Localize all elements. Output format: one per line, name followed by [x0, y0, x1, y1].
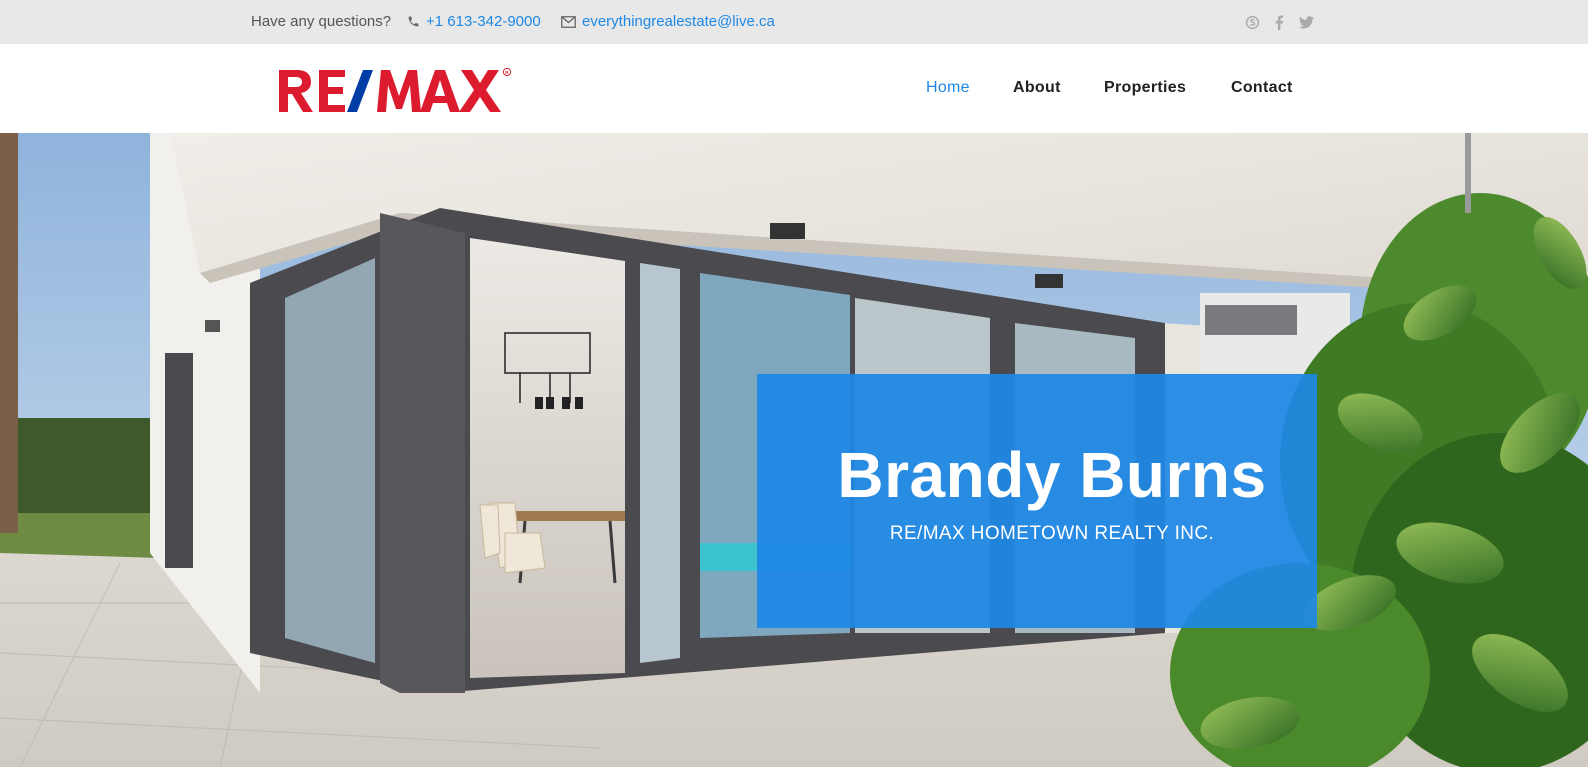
email-address: everythingrealestate@live.ca: [582, 13, 775, 30]
envelope-icon: [561, 15, 576, 28]
main-nav: Home About Properties Contact: [926, 79, 1293, 97]
phone-number: +1 613-342-9000: [426, 13, 541, 30]
brokerage-name: RE/MAX HOMETOWN REALTY INC.: [889, 523, 1215, 544]
hero-banner: Brandy Burns RE/MAX HOMETOWN REALTY INC.: [0, 133, 1588, 767]
site-header: R Home About Properties Contact: [0, 44, 1588, 133]
nav-about[interactable]: About: [1013, 79, 1104, 97]
nav-properties[interactable]: Properties: [1104, 79, 1231, 97]
top-bar: Have any questions? +1 613-342-9000 ever…: [0, 0, 1588, 44]
email-link[interactable]: everythingrealestate@live.ca: [561, 13, 775, 30]
agent-name: Brandy Burns: [837, 439, 1267, 511]
nav-home[interactable]: Home: [926, 79, 1013, 97]
nav-contact[interactable]: Contact: [1231, 79, 1293, 97]
twitter-icon[interactable]: [1298, 14, 1314, 30]
svg-text:R: R: [505, 70, 509, 75]
social-links: [1244, 14, 1314, 30]
questions-label: Have any questions?: [251, 13, 392, 30]
facebook-icon[interactable]: [1271, 14, 1287, 30]
agent-card: Brandy Burns RE/MAX HOMETOWN REALTY INC.: [757, 374, 1317, 628]
remax-logo[interactable]: R: [277, 66, 517, 116]
phone-icon: [407, 15, 420, 28]
phone-link[interactable]: +1 613-342-9000: [407, 13, 541, 30]
skype-icon[interactable]: [1244, 14, 1260, 30]
